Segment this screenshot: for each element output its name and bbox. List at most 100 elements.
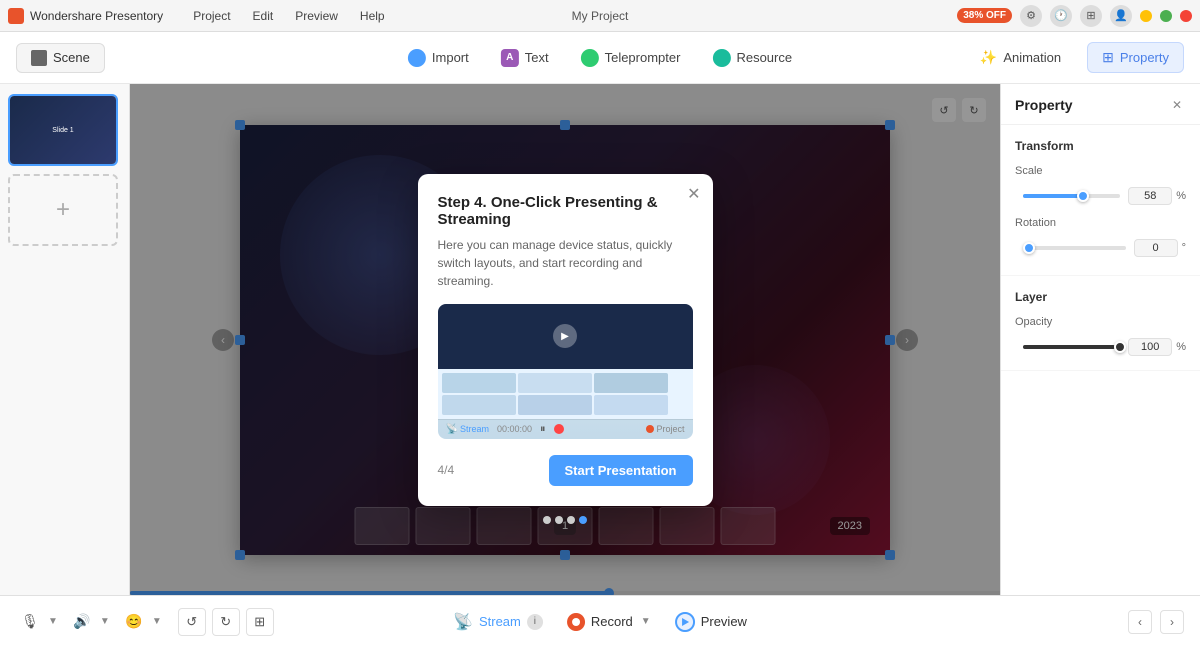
clock-icon[interactable]: 🕐 <box>1050 5 1072 27</box>
prev-arrow-button[interactable]: ‹ <box>1128 610 1152 634</box>
scale-control: 58 % <box>1015 187 1186 205</box>
preview-triangle-icon <box>682 618 689 626</box>
menu-bar: Project Edit Preview Help <box>183 6 957 26</box>
settings-icon[interactable]: ⚙ <box>1020 5 1042 27</box>
mic-icon[interactable]: 🎙 <box>16 608 44 636</box>
mic-group: 🎙 ▼ <box>16 608 58 636</box>
rotation-slider-track[interactable] <box>1023 246 1126 250</box>
modal-title: Step 4. One-Click Presenting & Streaming <box>438 194 693 228</box>
undo-button[interactable]: ↺ <box>178 608 206 636</box>
camera-chevron[interactable]: ▼ <box>152 616 162 627</box>
rotation-slider-thumb[interactable] <box>1023 242 1035 254</box>
opacity-value[interactable]: 100 <box>1128 338 1172 356</box>
property-panel: Property ✕ Transform Scale 58 % Rotation <box>1000 84 1200 595</box>
scale-slider-track[interactable] <box>1023 194 1120 198</box>
stream-button[interactable]: 📡 Stream i <box>453 612 543 632</box>
grid-icon[interactable]: ⊞ <box>1080 5 1102 27</box>
import-label: Import <box>432 50 469 65</box>
bottom-right-controls: ‹ › <box>1128 610 1184 634</box>
menu-help[interactable]: Help <box>350 6 395 26</box>
preview-label: Preview <box>701 614 747 629</box>
modal-overlay: ✕ Step 4. One-Click Presenting & Streami… <box>130 84 1000 595</box>
opacity-control: 100 % <box>1015 338 1186 356</box>
modal-stream-label: Stream <box>460 424 489 434</box>
stream-wave-icon: 📡 <box>453 612 473 632</box>
scale-slider-thumb[interactable] <box>1077 190 1089 202</box>
app-logo <box>8 8 24 24</box>
bottom-left-controls: 🎙 ▼ 🔊 ▼ 😊 ▼ <box>16 608 162 636</box>
layout-button[interactable]: ⊞ <box>246 608 274 636</box>
import-button[interactable]: Import <box>408 49 469 67</box>
grid-cell-4 <box>442 395 516 415</box>
user-avatar[interactable]: 👤 <box>1110 5 1132 27</box>
canvas-area: 1 2023 ‹ <box>130 84 1000 595</box>
property-button[interactable]: ⊞ Property <box>1087 42 1184 73</box>
opacity-label: Opacity <box>1015 316 1052 328</box>
stream-info-icon[interactable]: i <box>527 614 543 630</box>
stream-label: Stream <box>479 614 521 629</box>
menu-project[interactable]: Project <box>183 6 240 26</box>
scale-row: Scale <box>1015 165 1186 177</box>
slide-thumbnail-1[interactable]: Slide 1 <box>8 94 118 166</box>
record-button[interactable]: Record ▼ <box>567 613 651 631</box>
add-icon: + <box>56 196 70 224</box>
rotation-unit: ° <box>1182 242 1186 254</box>
rotation-control: 0 ° <box>1015 239 1186 257</box>
panel-title: Property <box>1015 97 1073 113</box>
minimize-button[interactable] <box>1140 10 1152 22</box>
main-area: Slide 1 + 1 2023 <box>0 84 1200 595</box>
record-chevron-icon[interactable]: ▼ <box>641 616 651 627</box>
scale-value[interactable]: 58 <box>1128 187 1172 205</box>
modal-timer: 00:00:00 <box>497 424 532 434</box>
title-bar-right: 38% OFF ⚙ 🕐 ⊞ 👤 <box>957 5 1192 27</box>
start-presentation-button[interactable]: Start Presentation <box>549 455 693 486</box>
grid-cell-5 <box>518 395 592 415</box>
add-slide-button[interactable]: + <box>8 174 118 246</box>
toolbar-right: ✨ Animation ⊞ Property <box>966 42 1184 73</box>
next-arrow-button[interactable]: › <box>1160 610 1184 634</box>
scale-slider-fill <box>1023 194 1079 198</box>
scene-button[interactable]: Scene <box>16 43 105 73</box>
redo-button[interactable]: ↻ <box>212 608 240 636</box>
panel-close-button[interactable]: ✕ <box>1168 96 1186 114</box>
rotation-value[interactable]: 0 <box>1134 239 1178 257</box>
preview-play-icon <box>675 612 695 632</box>
grid-cell-1 <box>442 373 516 393</box>
edit-tools: ↺ ↻ ⊞ <box>178 608 274 636</box>
speaker-icon[interactable]: 🔊 <box>68 608 96 636</box>
modal-stop-icon[interactable] <box>554 424 564 434</box>
tutorial-modal: ✕ Step 4. One-Click Presenting & Streami… <box>418 174 713 506</box>
rotation-row: Rotation <box>1015 217 1186 229</box>
toolbar-items: Import A Text Teleprompter Resource <box>408 49 792 67</box>
scene-label: Scene <box>53 50 90 65</box>
animation-button[interactable]: ✨ Animation <box>966 43 1075 72</box>
mic-chevron[interactable]: ▼ <box>48 616 58 627</box>
modal-close-button[interactable]: ✕ <box>687 184 700 204</box>
modal-play-icon: ▶ <box>553 324 577 348</box>
modal-record-indicator: Project <box>646 424 684 434</box>
camera-icon[interactable]: 😊 <box>120 608 148 636</box>
resource-label: Resource <box>736 50 792 65</box>
menu-preview[interactable]: Preview <box>285 6 348 26</box>
grid-cell-2 <box>518 373 592 393</box>
modal-record-dot-icon <box>646 425 654 433</box>
speaker-chevron[interactable]: ▼ <box>100 616 110 627</box>
preview-button[interactable]: Preview <box>675 612 747 632</box>
resource-button[interactable]: Resource <box>712 49 792 67</box>
modal-preview-video: ▶ <box>438 304 693 369</box>
teleprompter-button[interactable]: Teleprompter <box>581 49 681 67</box>
opacity-slider-track[interactable] <box>1023 345 1120 349</box>
layer-title: Layer <box>1015 290 1186 304</box>
text-label: Text <box>525 50 549 65</box>
close-button[interactable] <box>1180 10 1192 22</box>
slide-thumb-text: Slide 1 <box>48 123 77 138</box>
modal-dot-1 <box>543 516 551 524</box>
modal-pause-icon[interactable]: ⏸ <box>540 423 546 436</box>
maximize-button[interactable] <box>1160 10 1172 22</box>
opacity-slider-thumb[interactable] <box>1114 341 1126 353</box>
app-name: Wondershare Presentory <box>30 9 163 23</box>
speaker-group: 🔊 ▼ <box>68 608 110 636</box>
modal-dot-3 <box>567 516 575 524</box>
menu-edit[interactable]: Edit <box>243 6 284 26</box>
text-button[interactable]: A Text <box>501 49 549 67</box>
